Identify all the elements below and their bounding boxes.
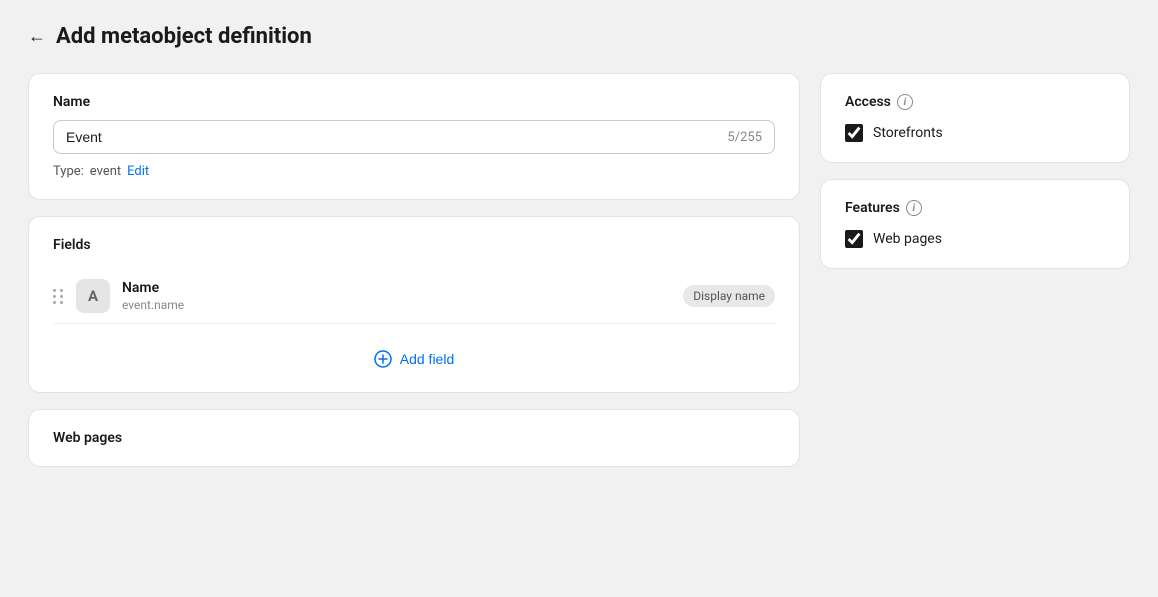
- page-title: Add metaobject definition: [56, 24, 312, 49]
- add-field-row: Add field: [53, 336, 775, 372]
- storefronts-checkbox[interactable]: [845, 124, 863, 142]
- type-value: event: [90, 164, 121, 179]
- web-pages-label: Web pages: [873, 231, 942, 247]
- features-card: Features i Web pages: [820, 179, 1130, 269]
- page-header: ← Add metaobject definition: [28, 24, 1130, 49]
- access-title-row: Access i: [845, 94, 1105, 110]
- name-input[interactable]: [66, 129, 719, 145]
- add-field-label: Add field: [400, 351, 454, 367]
- char-count: 5/255: [727, 130, 762, 145]
- type-row: Type: event Edit: [53, 164, 775, 179]
- field-type-icon: A: [76, 279, 110, 313]
- drag-handle[interactable]: [53, 289, 64, 304]
- field-name: Name: [122, 280, 671, 296]
- field-key: event.name: [122, 298, 671, 312]
- web-pages-card: Web pages: [28, 409, 800, 467]
- features-title: Features: [845, 200, 900, 216]
- field-info: Name event.name: [122, 280, 671, 312]
- web-pages-checkbox[interactable]: [845, 230, 863, 248]
- display-name-badge: Display name: [683, 285, 775, 307]
- add-circle-icon: [374, 350, 392, 368]
- edit-link[interactable]: Edit: [127, 164, 149, 179]
- features-info-icon: i: [906, 200, 922, 216]
- fields-card: Fields A Name event.name Display name: [28, 216, 800, 393]
- name-label: Name: [53, 94, 775, 110]
- name-card: Name 5/255 Type: event Edit: [28, 73, 800, 200]
- left-column: Name 5/255 Type: event Edit Fields: [28, 73, 800, 467]
- back-button[interactable]: ←: [28, 26, 46, 47]
- web-pages-checkbox-row: Web pages: [845, 230, 1105, 248]
- add-field-button[interactable]: Add field: [374, 350, 454, 368]
- features-title-row: Features i: [845, 200, 1105, 216]
- access-card: Access i Storefronts: [820, 73, 1130, 163]
- web-pages-title: Web pages: [53, 430, 775, 446]
- name-input-wrapper[interactable]: 5/255: [53, 120, 775, 154]
- access-info-icon: i: [897, 94, 913, 110]
- storefronts-label: Storefronts: [873, 125, 943, 141]
- type-label: Type:: [53, 164, 84, 179]
- table-row: A Name event.name Display name: [53, 269, 775, 324]
- storefronts-checkbox-row: Storefronts: [845, 124, 1105, 142]
- right-column: Access i Storefronts Features i Web page…: [820, 73, 1130, 269]
- access-title: Access: [845, 94, 891, 110]
- fields-title: Fields: [53, 237, 775, 253]
- main-layout: Name 5/255 Type: event Edit Fields: [28, 73, 1130, 467]
